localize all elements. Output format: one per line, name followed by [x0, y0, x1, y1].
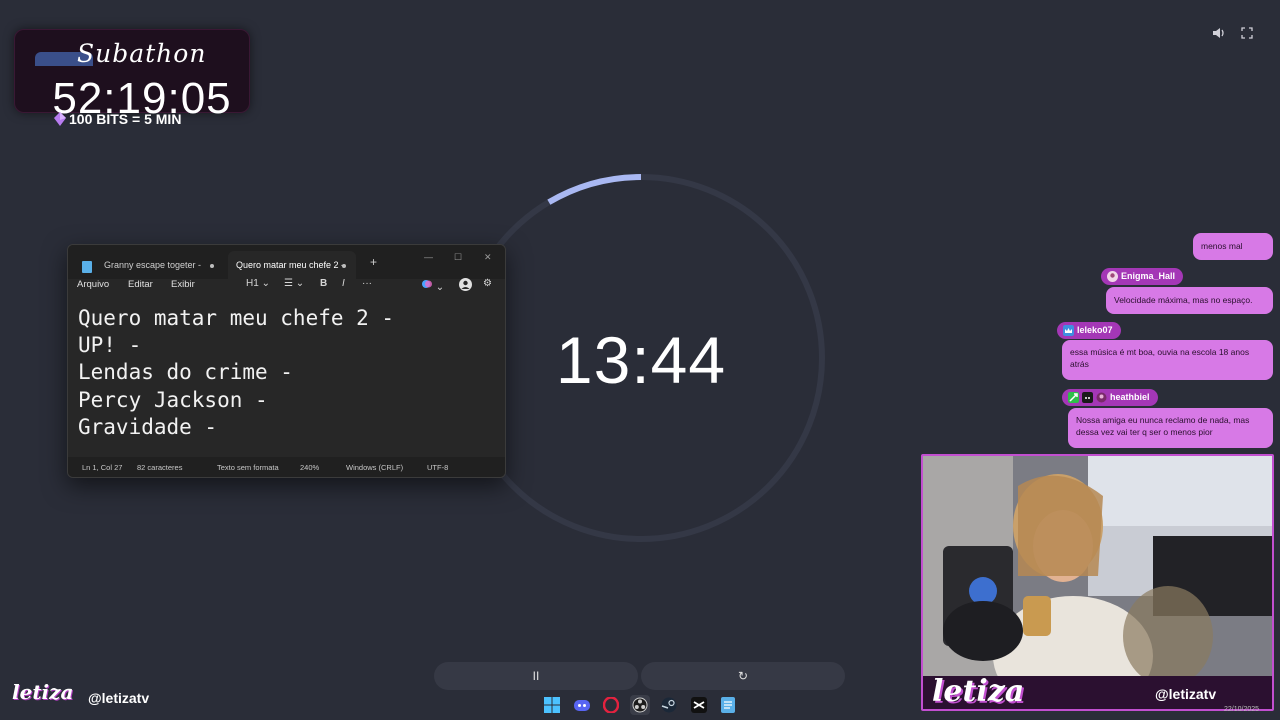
- bold-button[interactable]: B: [320, 278, 327, 289]
- text-line: UP! -: [78, 333, 142, 358]
- instagram-handle: @letizatv: [88, 690, 150, 706]
- text-line: Lendas do crime -: [78, 360, 293, 385]
- new-tab-button[interactable]: +: [370, 255, 377, 269]
- pause-button[interactable]: II: [434, 662, 638, 690]
- maximize-icon[interactable]: ☐: [454, 252, 462, 263]
- brand-logo: letiza: [12, 680, 74, 704]
- obs-icon[interactable]: [630, 695, 650, 715]
- more-options-button[interactable]: ···: [362, 278, 372, 289]
- volume-icon[interactable]: [1212, 26, 1226, 40]
- webcam-feed: [921, 454, 1274, 711]
- chat-username: leleko07: [1077, 325, 1113, 335]
- discord-icon[interactable]: [572, 695, 592, 715]
- crown-badge-icon: [1063, 325, 1074, 336]
- user-avatar-icon: [1107, 271, 1118, 282]
- subathon-timer-panel: Subathon 52:19:05: [14, 29, 250, 123]
- minimize-icon[interactable]: —: [424, 252, 433, 262]
- list-dropdown-icon[interactable]: ☰ ⌄: [284, 278, 304, 289]
- bits-info: 100 BITS = 5 MIN: [54, 111, 181, 127]
- chat-message: menos mal: [1193, 233, 1273, 260]
- heading-label: H1: [246, 278, 259, 289]
- chat-text: menos mal: [1201, 241, 1243, 251]
- user-avatar-icon: [1096, 392, 1107, 403]
- text-format[interactable]: Texto sem formata: [217, 463, 283, 472]
- taskbar-date: 22/10/2025: [1224, 706, 1260, 713]
- tab-label: Granny escape togeter -: [104, 260, 202, 270]
- zoom-level[interactable]: 240%: [300, 463, 319, 472]
- subathon-title: Subathon: [77, 39, 207, 68]
- account-icon[interactable]: [459, 278, 472, 294]
- timer-ring-progress: [547, 174, 642, 205]
- chat-username: heathbiel: [1110, 392, 1150, 402]
- reset-button[interactable]: ↻: [641, 662, 845, 690]
- notepad-text-area[interactable]: Quero matar meu chefe 2 - UP! - Lendas d…: [78, 305, 499, 441]
- line-ending[interactable]: Windows (CRLF): [346, 463, 403, 472]
- chat-username-tag: leleko07: [1057, 322, 1121, 339]
- notepad-app-icon: [82, 261, 92, 273]
- notepad-statusbar: Ln 1, Col 27 82 caracteres Texto sem for…: [68, 457, 505, 477]
- capcut-icon[interactable]: [689, 695, 709, 715]
- menu-editar[interactable]: Editar: [128, 279, 153, 290]
- pause-icon: II: [532, 669, 540, 683]
- webcam-scene-image: [923, 456, 1272, 709]
- unsaved-dot-icon: [210, 264, 214, 268]
- chat-message: essa música é mt boa, ouvia na escola 18…: [1062, 340, 1273, 380]
- notepad-tab-quero-matar[interactable]: Quero matar meu chefe 2 -: [228, 251, 356, 279]
- chat-message: Nossa amiga eu nunca reclamo de nada, ma…: [1068, 408, 1273, 448]
- notepad-window[interactable]: Granny escape togeter - Quero matar meu …: [67, 244, 506, 478]
- fullscreen-icon[interactable]: [1240, 26, 1254, 40]
- text-line: Gravidade -: [78, 414, 218, 439]
- close-icon[interactable]: ✕: [484, 252, 492, 263]
- chat-text: essa música é mt boa, ouvia na escola 18…: [1070, 347, 1250, 369]
- steam-icon[interactable]: [659, 695, 679, 715]
- moderator-badge-icon: [1068, 392, 1079, 403]
- chat-text: Nossa amiga eu nunca reclamo de nada, ma…: [1076, 415, 1250, 437]
- bits-text: 100 BITS = 5 MIN: [69, 111, 182, 127]
- chat-username-tag: heathbiel: [1062, 389, 1158, 406]
- windows-start-icon[interactable]: [542, 695, 562, 715]
- chat-message: Velocidade máxima, mas no espaço.: [1106, 287, 1273, 314]
- webcam-instagram-handle: @letizatv: [1155, 686, 1217, 702]
- cat-badge-icon: [1082, 392, 1093, 403]
- tab-label: Quero matar meu chefe 2 -: [236, 260, 345, 270]
- unsaved-dot-icon: [342, 264, 346, 268]
- char-count: 82 caracteres: [137, 463, 183, 472]
- chat-username-tag: Enigma_Hall: [1101, 268, 1184, 285]
- chat-username: Enigma_Hall: [1121, 271, 1176, 281]
- copilot-icon[interactable]: ⌄: [421, 278, 444, 293]
- cursor-position: Ln 1, Col 27: [82, 463, 123, 472]
- menu-arquivo[interactable]: Arquivo: [77, 279, 109, 290]
- notepad-icon[interactable]: [718, 695, 738, 715]
- bits-gem-icon: [54, 112, 66, 126]
- webcam-brand-logo: letiza: [932, 674, 1025, 709]
- reset-icon: ↻: [737, 669, 749, 683]
- settings-gear-icon[interactable]: ⚙: [483, 278, 492, 289]
- italic-button[interactable]: I: [342, 278, 345, 289]
- notepad-tab-granny[interactable]: Granny escape togeter -: [74, 251, 224, 279]
- encoding[interactable]: UTF-8: [427, 463, 448, 472]
- text-line: Percy Jackson -: [78, 387, 268, 412]
- focus-timer-display: 13:44: [555, 323, 727, 397]
- text-line: Quero matar meu chefe 2 -: [78, 306, 395, 330]
- opera-gx-icon[interactable]: [601, 695, 621, 715]
- menu-exibir[interactable]: Exibir: [171, 279, 195, 290]
- heading-dropdown[interactable]: H1 ⌄: [246, 278, 270, 289]
- chat-text: Velocidade máxima, mas no espaço.: [1114, 295, 1253, 305]
